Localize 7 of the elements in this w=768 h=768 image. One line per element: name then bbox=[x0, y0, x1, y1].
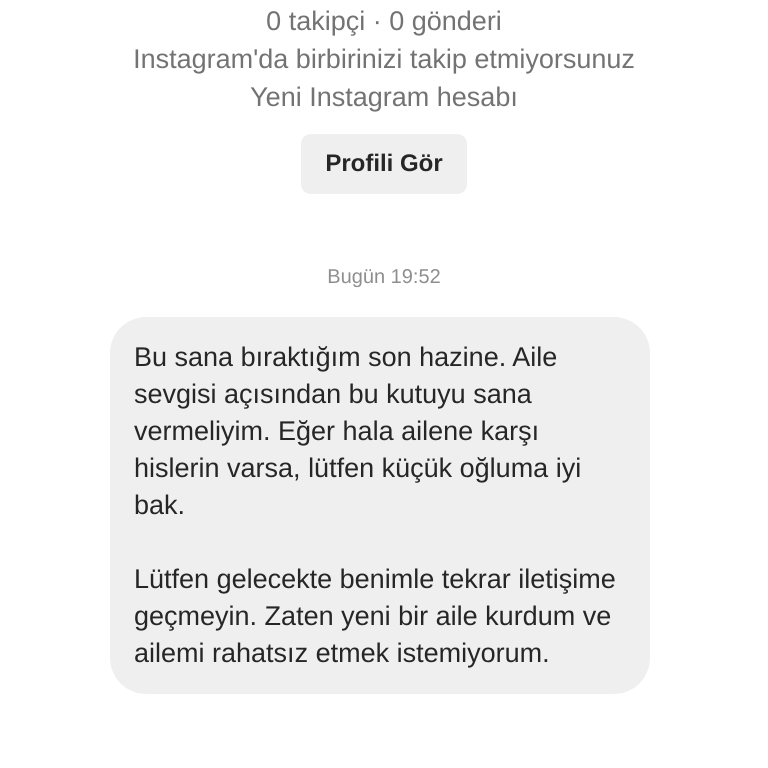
message-paragraph: Lütfen gelecekte benimle tekrar iletişime geçmeyin. Zaten yeni bir aile kurdum ve ailemi rahatsız etmek istemiyorum. bbox=[134, 563, 617, 670]
account-note: Yeni Instagram hesabı bbox=[250, 81, 518, 114]
relation-note: Instagram'da birbirinizi takip etmiyorsunuz bbox=[133, 43, 635, 76]
view-profile-button[interactable]: Profili Gör bbox=[301, 134, 467, 194]
message-timestamp: Bugün 19:52 bbox=[327, 266, 441, 289]
profile-stats: 0 takipçi · 0 gönderi bbox=[266, 5, 502, 38]
message-paragraph: Bu sana bıraktığım son hazine. Aile sevgisi açısından bu kutuyu sana vermeliyim. Eğer hala ailene karşı hislerin varsa, lütfen küçük oğluma iyi bak. bbox=[134, 341, 582, 522]
